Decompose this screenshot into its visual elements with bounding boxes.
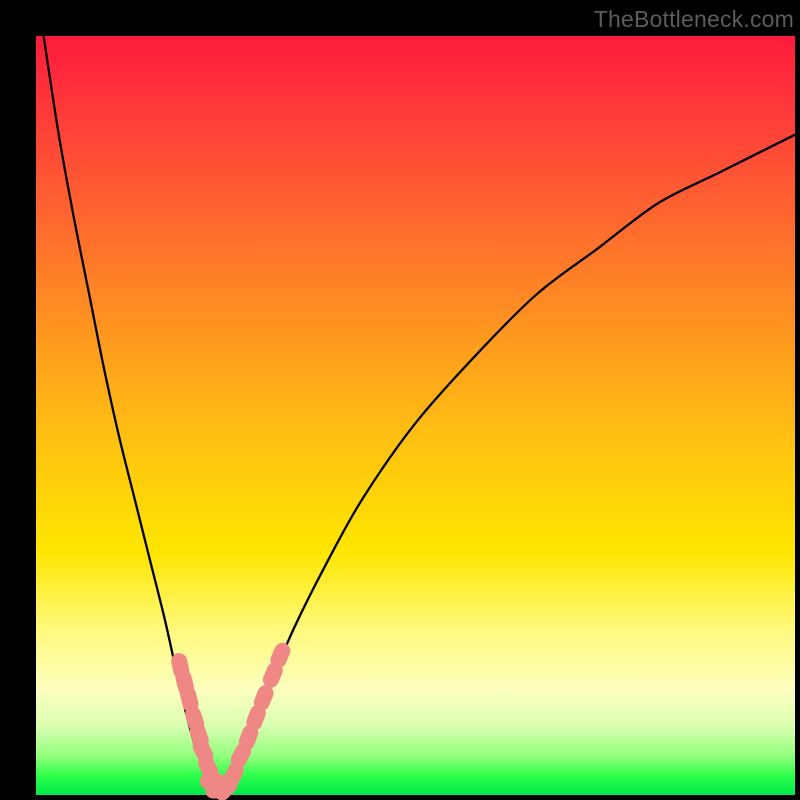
curve-right-branch (218, 135, 795, 795)
chart-frame: TheBottleneck.com (0, 0, 800, 800)
curve-markers (170, 640, 293, 800)
plot-area (36, 36, 795, 795)
watermark-text: TheBottleneck.com (594, 6, 794, 33)
chart-svg (36, 36, 795, 795)
